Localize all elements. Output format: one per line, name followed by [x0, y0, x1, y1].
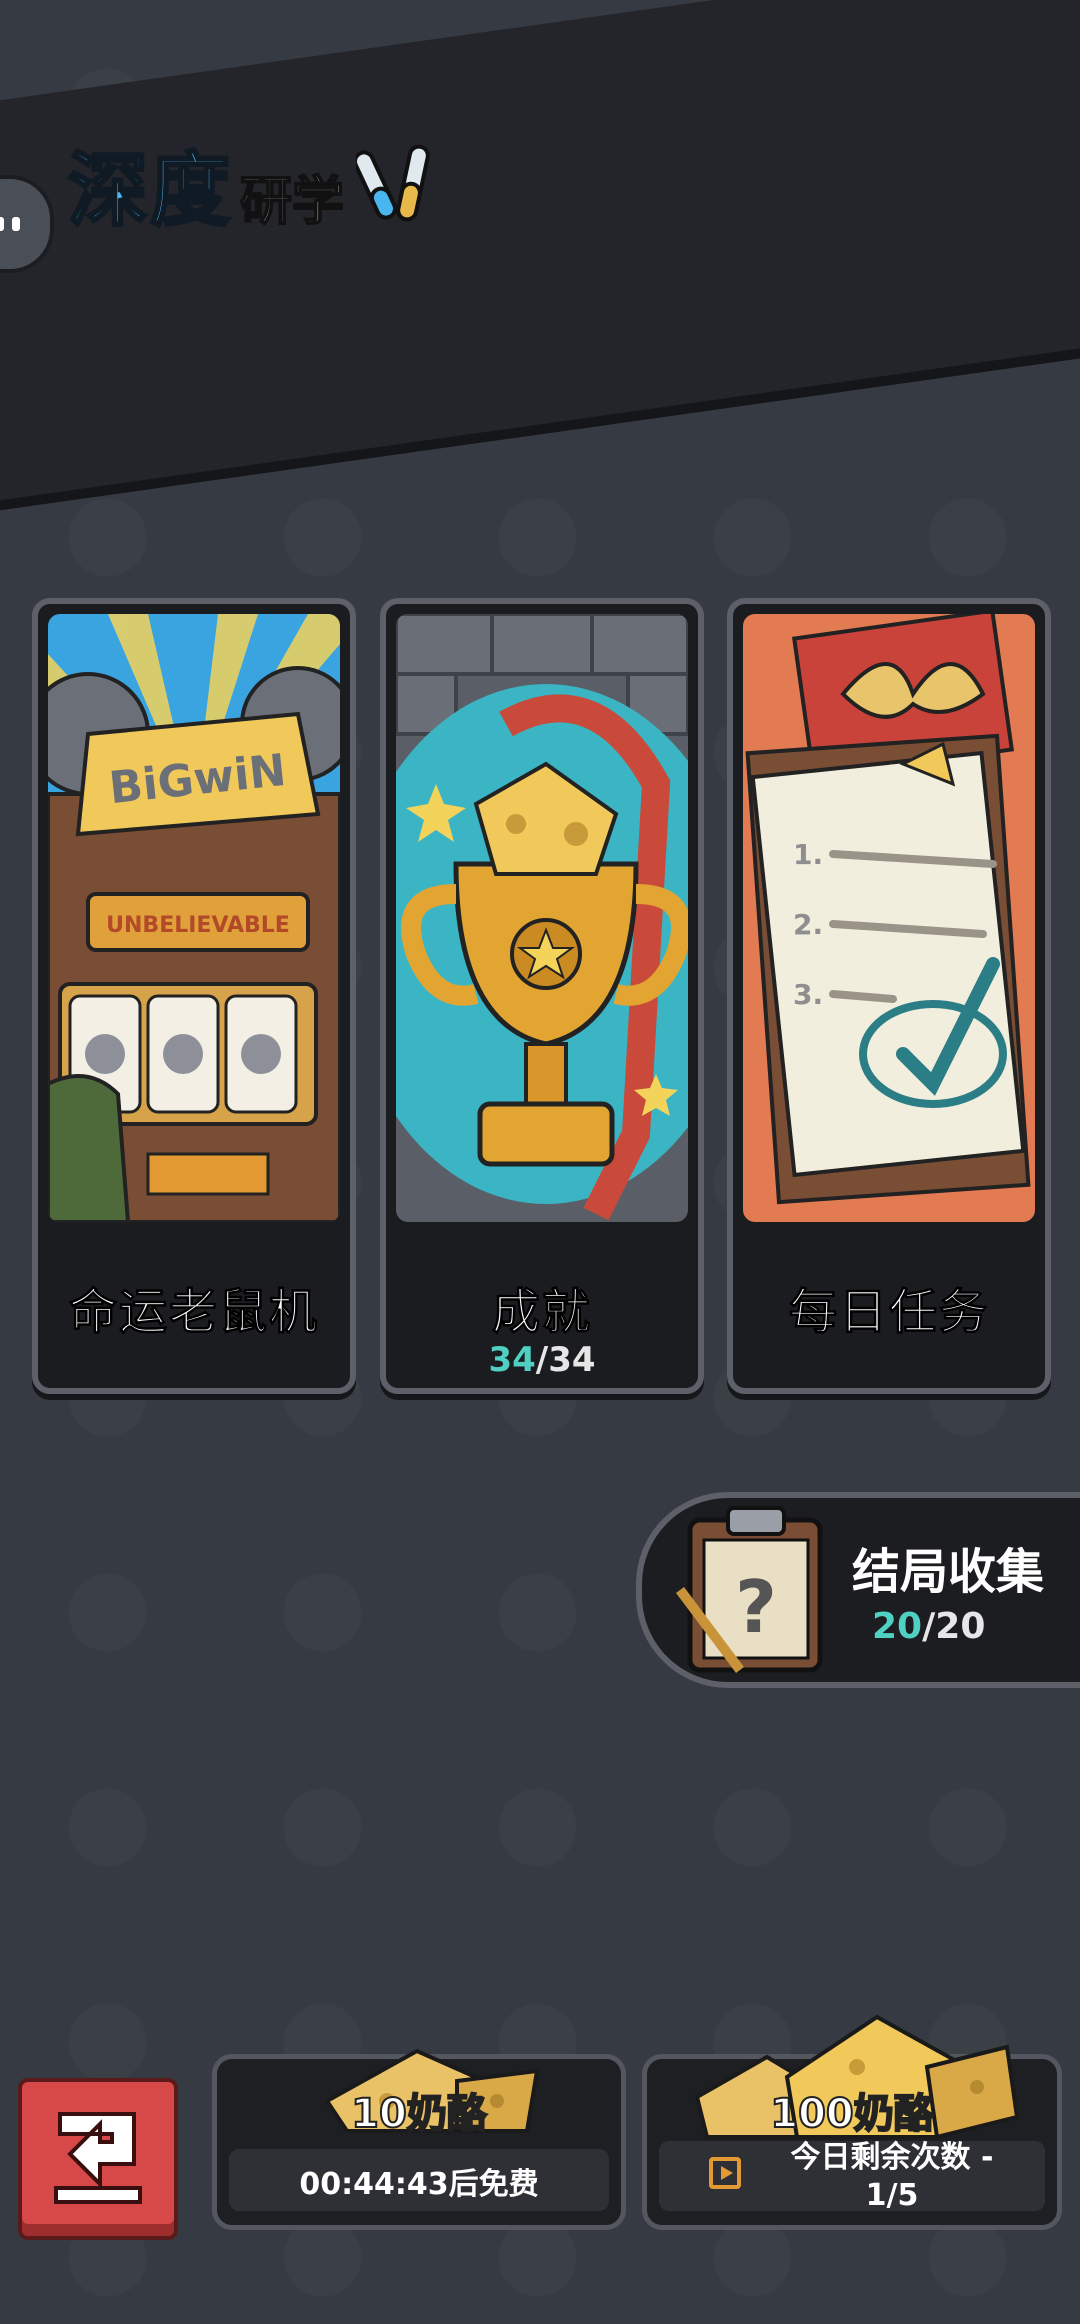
achievements-separator: / [535, 1340, 549, 1380]
endings-label: 结局收集 [852, 1544, 1045, 1600]
pack-10-timer: 00:44:43后免费 [299, 2167, 539, 2202]
endings-collection-button[interactable]: ? 结局收集 20/20 [636, 1492, 1080, 1688]
endings-progress: 20/20 [872, 1606, 985, 1647]
tab-eye-left [0, 217, 4, 231]
slot-machine-icon: BiGwiN UNBELIEVABLE [48, 614, 340, 1222]
slot-machine-art: BiGwiN UNBELIEVABLE [48, 614, 340, 1222]
card-label-achievements: 成就 [491, 1284, 592, 1341]
clipboard-question-icon: ? [676, 1506, 823, 1673]
card-label-daily-tasks: 每日任务 [788, 1284, 989, 1341]
page-title: 深度 研学 [67, 126, 446, 242]
trophy-icon [396, 614, 688, 1222]
test-tube-icon [356, 144, 430, 222]
tab-eye-right [12, 217, 20, 231]
cheese-pack-10-button[interactable]: 10奶酪 00:44:43后免费 [212, 2048, 626, 2230]
back-button[interactable] [18, 2078, 178, 2240]
card-fate-mouse-machine[interactable]: BiGwiN UNBELIEVABLE 命运老鼠机 [32, 598, 356, 1394]
cheese-pack-100-button[interactable]: 100奶酪 今日剩余次数 - 1/5 [642, 2014, 1062, 2230]
task-list-number-2: 2. [793, 908, 823, 941]
achievements-current: 34 [488, 1340, 536, 1380]
task-list-number-3: 3. [793, 978, 823, 1011]
card-label-fate: 命运老鼠机 [68, 1284, 319, 1341]
pack-100-remaining-line2: 1/5 [865, 2178, 919, 2213]
pack-100-title: 100奶酪 [769, 2090, 935, 2138]
card-daily-tasks[interactable]: 1. 2. 3. 每日任务 [727, 598, 1051, 1394]
task-art: 1. 2. 3. [743, 614, 1035, 1222]
endings-current: 20 [872, 1606, 923, 1647]
pack-10-strip: 00:44:43后免费 [229, 2149, 609, 2211]
back-arrow-icon [54, 2112, 142, 2204]
endings-total: 20 [935, 1606, 986, 1647]
title-main: 深度 [67, 143, 232, 239]
pack-100-remaining: 今日剩余次数 - 1/5 [749, 2139, 1035, 2215]
pack-10-title: 10奶酪 [350, 2090, 488, 2138]
achievements-total: 34 [548, 1340, 596, 1380]
task-list-icon: 1. 2. 3. [743, 614, 1035, 1222]
task-list-number-1: 1. [793, 838, 823, 871]
title-sub: 研学 [239, 171, 345, 233]
svg-text:?: ? [735, 1565, 777, 1649]
endings-separator: / [922, 1606, 936, 1647]
video-ad-icon [709, 2157, 741, 2189]
achievements-progress: 34/34 [386, 1340, 698, 1380]
card-achievements[interactable]: 成就 34/34 [380, 598, 704, 1394]
unbelievable-art-text: UNBELIEVABLE [106, 913, 290, 938]
pack-100-strip: 今日剩余次数 - 1/5 [659, 2140, 1045, 2213]
trophy-art [396, 614, 688, 1222]
